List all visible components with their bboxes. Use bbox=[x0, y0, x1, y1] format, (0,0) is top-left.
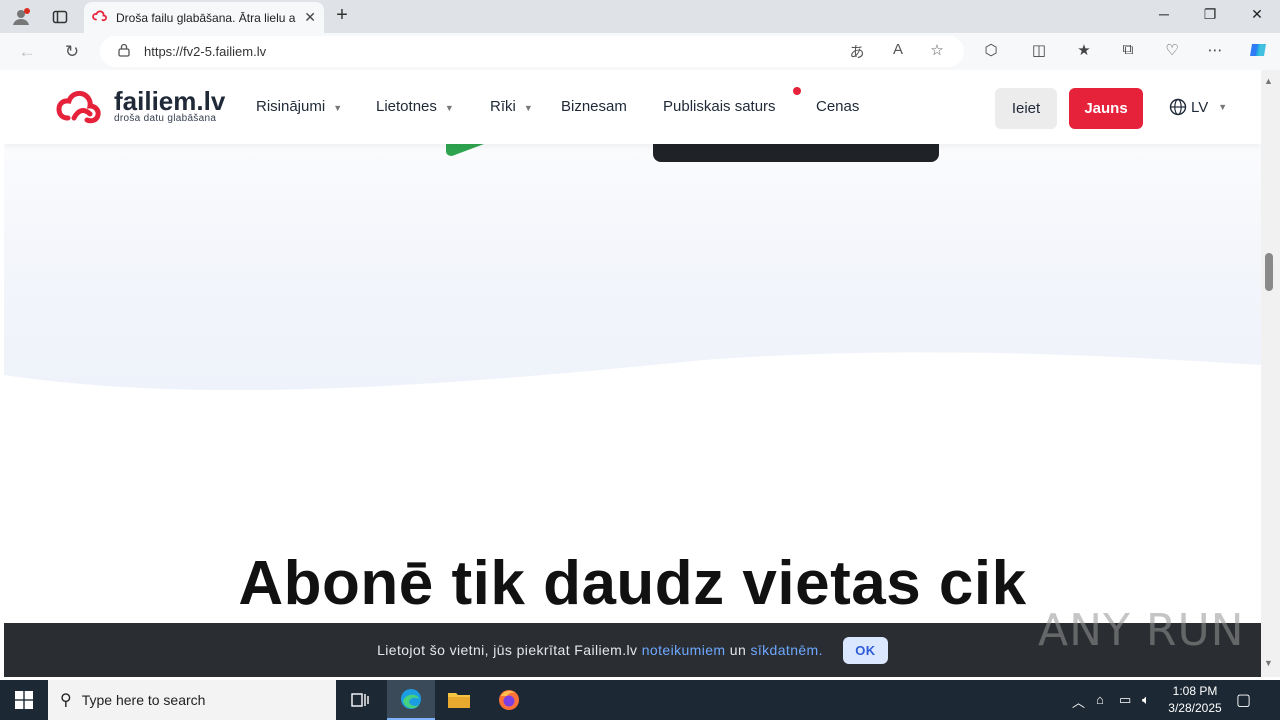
site-favicon-icon bbox=[92, 10, 108, 25]
browser-essentials-icon[interactable]: ♡ bbox=[1160, 41, 1184, 59]
nav-risinajumi[interactable]: Risinājumi ▼ bbox=[256, 98, 342, 115]
device-icon[interactable]: ⌂ bbox=[1096, 692, 1104, 707]
notification-dot bbox=[793, 87, 801, 95]
back-arrow-icon[interactable]: ← bbox=[16, 41, 38, 63]
notification-center-icon[interactable]: ▢ bbox=[1236, 690, 1251, 710]
copilot-icon[interactable] bbox=[1246, 41, 1270, 63]
site-header: failiem.lv droša datu glabāšana Risināju… bbox=[4, 70, 1261, 144]
translate-icon[interactable]: あ bbox=[846, 41, 868, 62]
nav-label: Risinājumi bbox=[256, 98, 326, 115]
tab-actions-icon[interactable] bbox=[47, 4, 73, 30]
address-bar[interactable]: https://fv2-5.failiem.lv bbox=[100, 36, 964, 67]
hero-wave bbox=[4, 352, 1261, 420]
nav-riki[interactable]: Rīki ▼ bbox=[490, 98, 533, 115]
caret-down-icon: ▼ bbox=[523, 103, 533, 113]
nav-label: Lietotnes bbox=[376, 98, 437, 115]
favorite-star-icon[interactable]: ☆ bbox=[926, 41, 948, 59]
site-logo[interactable]: failiem.lv droša datu glabāšana bbox=[56, 88, 225, 124]
tab-title: Droša failu glabāšana. Ātra lielu a bbox=[116, 10, 296, 25]
search-placeholder: Type here to search bbox=[81, 692, 206, 708]
nav-label: Cenas bbox=[816, 98, 860, 115]
refresh-icon[interactable]: ↻ bbox=[61, 41, 83, 63]
cloud-logo-icon bbox=[56, 90, 101, 124]
page-scrollbar[interactable]: ▲ ▼ bbox=[1261, 70, 1280, 677]
more-menu-icon[interactable]: ⋯ bbox=[1203, 41, 1227, 59]
taskbar-search[interactable]: ⚲ Type here to search bbox=[48, 680, 336, 720]
logo-name: failiem.lv bbox=[114, 85, 226, 116]
scroll-thumb[interactable] bbox=[1265, 253, 1273, 291]
cookie-text: Lietojot šo vietni, jūs piekrītat Failie… bbox=[377, 642, 642, 658]
login-button[interactable]: Ieiet bbox=[995, 88, 1057, 129]
logo-tagline: droša datu glabāšana bbox=[114, 112, 217, 124]
extensions-icon[interactable]: ⬡ bbox=[979, 41, 1003, 59]
system-clock[interactable]: 1:08 PM 3/28/2025 bbox=[1162, 683, 1228, 717]
restore-button[interactable]: ❐ bbox=[1187, 6, 1233, 23]
browser-tab-strip: Droša failu glabāšana. Ātra lielu a ✕ + … bbox=[0, 0, 1280, 33]
cookies-link[interactable]: sīkdatnēm. bbox=[750, 642, 822, 658]
globe-icon bbox=[1169, 98, 1187, 116]
read-aloud-icon[interactable]: A bbox=[887, 41, 909, 58]
nav-lietotnes[interactable]: Lietotnes ▼ bbox=[376, 98, 454, 115]
start-button[interactable] bbox=[0, 680, 48, 720]
url-text[interactable]: https://fv2-5.failiem.lv bbox=[144, 44, 266, 59]
scroll-up-icon[interactable]: ▲ bbox=[1264, 76, 1273, 86]
close-window-button[interactable]: ✕ bbox=[1234, 6, 1280, 23]
nav-label: Biznesam bbox=[561, 98, 627, 115]
browser-toolbar: ← ↻ https://fv2-5.failiem.lv あ A ☆ ⬡ ◫ ★… bbox=[0, 33, 1280, 70]
nav-label: Publiskais saturs bbox=[663, 98, 776, 115]
language-code: LV bbox=[1191, 98, 1209, 116]
volume-icon[interactable]: 🔈︎ bbox=[1142, 692, 1150, 708]
nav-cenas[interactable]: Cenas bbox=[816, 98, 859, 115]
taskbar: ⚲ Type here to search ︿ ⌂ ▭ 🔈︎ 1:08 PM 3… bbox=[0, 680, 1280, 720]
clock-time: 1:08 PM bbox=[1172, 684, 1218, 698]
tray-overflow-icon[interactable]: ︿ bbox=[1072, 692, 1085, 711]
nav-label: Rīki bbox=[490, 98, 516, 115]
tab-close-icon[interactable]: ✕ bbox=[304, 9, 316, 26]
watermark-text: ANY RUN bbox=[1038, 605, 1245, 656]
search-icon: ⚲ bbox=[60, 692, 72, 709]
illustration-fragment bbox=[446, 144, 484, 156]
language-selector[interactable]: LV ▼ bbox=[1169, 98, 1227, 116]
task-view-icon[interactable] bbox=[336, 680, 384, 720]
caret-down-icon: ▼ bbox=[444, 103, 454, 113]
cookie-text-middle: un bbox=[725, 642, 751, 658]
page-viewport: failiem.lv droša datu glabāšana Risināju… bbox=[4, 70, 1261, 677]
file-explorer-icon[interactable] bbox=[435, 680, 483, 720]
nav-publiskais-saturs[interactable]: Publiskais saturs bbox=[663, 98, 776, 115]
favorites-icon[interactable]: ★ bbox=[1072, 41, 1096, 59]
caret-down-icon: ▼ bbox=[333, 103, 343, 113]
lock-icon[interactable] bbox=[118, 43, 130, 60]
nav-biznesam[interactable]: Biznesam bbox=[561, 98, 627, 115]
caret-down-icon: ▼ bbox=[1218, 102, 1228, 112]
clock-date: 3/28/2025 bbox=[1168, 701, 1222, 715]
edge-taskbar-icon[interactable] bbox=[387, 680, 435, 720]
network-icon[interactable]: ▭ bbox=[1119, 692, 1131, 708]
profile-icon[interactable] bbox=[8, 4, 34, 30]
split-screen-icon[interactable]: ◫ bbox=[1027, 41, 1051, 59]
cookie-ok-button[interactable]: OK bbox=[842, 636, 888, 664]
minimize-button[interactable]: ─ bbox=[1141, 6, 1187, 22]
browser-tab-active[interactable]: Droša failu glabāšana. Ātra lielu a ✕ bbox=[84, 2, 324, 33]
windows-logo-icon bbox=[15, 691, 33, 709]
terms-link[interactable]: noteikumiem bbox=[642, 642, 726, 658]
new-tab-button[interactable]: + bbox=[330, 4, 354, 27]
firefox-icon[interactable] bbox=[485, 680, 533, 720]
scroll-down-icon[interactable]: ▼ bbox=[1264, 658, 1273, 668]
illustration-dark-panel bbox=[653, 144, 939, 162]
collections-icon[interactable]: ⧉ bbox=[1116, 41, 1140, 58]
signup-button[interactable]: Jauns bbox=[1069, 88, 1143, 129]
